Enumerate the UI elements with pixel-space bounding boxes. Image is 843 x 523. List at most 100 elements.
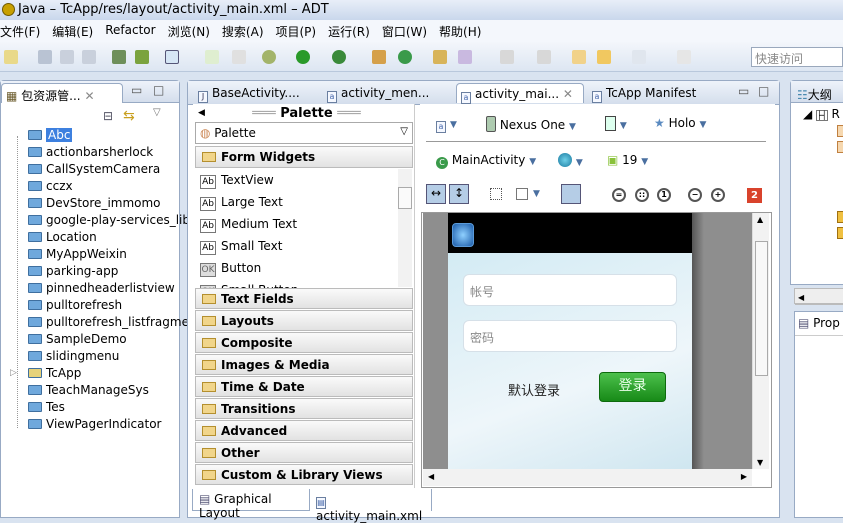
minimize-icon[interactable]: ▭ [131, 83, 142, 97]
menu-help[interactable]: 帮助(H) [439, 20, 487, 42]
back-icon[interactable] [597, 50, 611, 64]
widget-item[interactable]: Ab Large Text [200, 192, 283, 214]
outline-root[interactable]: ◢ ├┤ R [803, 107, 840, 121]
tab-base-activity[interactable]: J BaseActivity.... [194, 83, 304, 103]
theme-dropdown[interactable]: ★ Holo ▼ [654, 116, 706, 130]
palette-category[interactable]: Transitions [195, 398, 413, 419]
palette-dropdown[interactable]: ◍ Palette ▽ [195, 122, 413, 144]
lint-icon[interactable] [232, 50, 246, 64]
close-icon[interactable]: ✕ [563, 87, 573, 101]
link-editor-icon[interactable]: ⇆ [123, 108, 135, 124]
project-item[interactable]: ViewPagerIndicator [28, 417, 162, 434]
api-level-dropdown[interactable]: ▣ 19 ▼ [607, 153, 648, 167]
project-item[interactable]: google-play-services_lib [28, 213, 190, 230]
maximize-icon[interactable]: □ [758, 84, 769, 98]
palette-category[interactable]: Images & Media [195, 354, 413, 375]
avd-manager-icon[interactable] [135, 50, 149, 64]
warning-icon[interactable] [837, 227, 843, 239]
palette-category[interactable]: Advanced [195, 420, 413, 441]
project-item[interactable]: SampleDemo [28, 332, 127, 349]
locale-dropdown[interactable]: ▼ [558, 153, 583, 168]
config-dropdown[interactable]: a ▼ [436, 116, 457, 133]
search-icon[interactable] [458, 50, 472, 64]
tab-graphical-layout[interactable]: ▤ Graphical Layout [192, 489, 310, 520]
menu-file[interactable]: 文件(F) [0, 20, 46, 42]
canvas-horizontal-scrollbar[interactable]: ◀ ▶ [423, 469, 752, 486]
password-input[interactable]: 密码 [463, 320, 677, 352]
zoom-in-icon[interactable]: + [711, 188, 725, 202]
tab-properties[interactable]: ▤ Prop [795, 312, 843, 336]
last-edit-icon[interactable] [572, 50, 586, 64]
print-icon[interactable] [82, 50, 96, 64]
expand-icon[interactable]: ▷ [10, 368, 17, 378]
palette-category[interactable]: Other [195, 442, 413, 463]
margins-icon[interactable] [490, 188, 502, 200]
outline-horizontal-scrollbar[interactable]: ◀ [794, 288, 843, 304]
device-dropdown[interactable]: Nexus One ▼ [486, 116, 576, 132]
outline-item-icon[interactable] [837, 125, 843, 137]
collapse-palette-icon[interactable]: ◀ [198, 108, 205, 118]
widget-item[interactable]: OK Button [200, 258, 261, 280]
new-icon[interactable] [4, 50, 18, 64]
project-item[interactable]: pulltorefresh_listfragme [28, 315, 189, 332]
maximize-icon[interactable]: □ [153, 83, 164, 97]
checkbox-icon[interactable] [165, 50, 179, 64]
sdk-manager-icon[interactable] [112, 50, 126, 64]
save-icon[interactable] [38, 50, 52, 64]
zoom-100-icon[interactable]: 1 [657, 188, 671, 202]
menu-window[interactable]: 窗口(W) [382, 20, 433, 42]
view-menu-icon[interactable]: ▽ [153, 107, 161, 118]
palette-category[interactable]: Layouts [195, 310, 413, 331]
minimize-icon[interactable]: ▭ [738, 84, 749, 98]
tab-outline[interactable]: ☷大纲 [793, 83, 836, 103]
tab-package-explorer[interactable]: ▦ 包资源管... ✕ [1, 83, 123, 103]
project-item[interactable]: TeachManageSys [28, 383, 149, 400]
project-item[interactable]: slidingmenu [28, 349, 119, 366]
category-form-widgets[interactable]: Form Widgets [195, 146, 413, 168]
widget-item[interactable]: OKSmall Button [200, 280, 298, 288]
layout-mode-button[interactable] [561, 184, 581, 204]
project-item[interactable]: CallSystemCamera [28, 162, 160, 179]
project-item[interactable]: actionbarsherlock [28, 145, 153, 162]
warning-icon[interactable] [837, 211, 843, 223]
orientation-dropdown[interactable]: ▼ [605, 116, 627, 131]
tab-activity-menu[interactable]: a activity_men... [323, 83, 433, 103]
project-item[interactable]: parking-app [28, 264, 118, 281]
pin-editor-icon[interactable] [677, 50, 691, 64]
project-item[interactable]: MyAppWeixin [28, 247, 127, 264]
quick-access-input[interactable]: 快速访问 [751, 47, 843, 67]
new-class-icon[interactable] [398, 50, 412, 64]
forward-icon[interactable] [632, 50, 646, 64]
run-icon[interactable] [296, 50, 310, 64]
palette-category[interactable]: Time & Date [195, 376, 413, 397]
save-all-icon[interactable] [60, 50, 74, 64]
project-item[interactable]: pinnedheaderlistview [28, 281, 175, 298]
menu-run[interactable]: 运行(R) [328, 20, 376, 42]
project-item[interactable]: Tes [28, 400, 65, 417]
widget-item[interactable]: Ab Small Text [200, 236, 282, 258]
palette-scrollbar[interactable] [398, 169, 412, 287]
next-annotation-icon[interactable] [500, 50, 514, 64]
zoom-out-icon[interactable]: − [688, 188, 702, 202]
tab-manifest[interactable]: a TcApp Manifest [588, 83, 700, 103]
palette-category[interactable]: Composite [195, 332, 413, 353]
menu-project[interactable]: 项目(P) [276, 20, 323, 42]
zoom-real-size-icon[interactable]: = [612, 188, 626, 202]
fit-height-button[interactable]: ↕ [449, 184, 469, 204]
account-input[interactable]: 帐号 [463, 274, 677, 306]
prev-annotation-icon[interactable] [537, 50, 551, 64]
tab-xml-source[interactable]: ▤activity_main.xml [312, 489, 432, 523]
menu-refactor[interactable]: Refactor [105, 20, 161, 42]
fit-width-button[interactable]: ↔ [426, 184, 446, 204]
project-item[interactable]: Abc [28, 128, 73, 145]
activity-dropdown[interactable]: C MainActivity ▼ [436, 153, 536, 169]
resize-icon[interactable] [516, 188, 528, 200]
widget-item[interactable]: Ab Medium Text [200, 214, 297, 236]
project-item[interactable]: DevStore_immomo [28, 196, 161, 213]
project-item[interactable]: pulltorefresh [28, 298, 122, 315]
external-tools-icon[interactable] [332, 50, 346, 64]
outline-item-icon[interactable] [837, 141, 843, 153]
menu-search[interactable]: 搜索(A) [222, 20, 270, 42]
menu-navigate[interactable]: 浏览(N) [168, 20, 216, 42]
open-type-icon[interactable] [433, 50, 447, 64]
